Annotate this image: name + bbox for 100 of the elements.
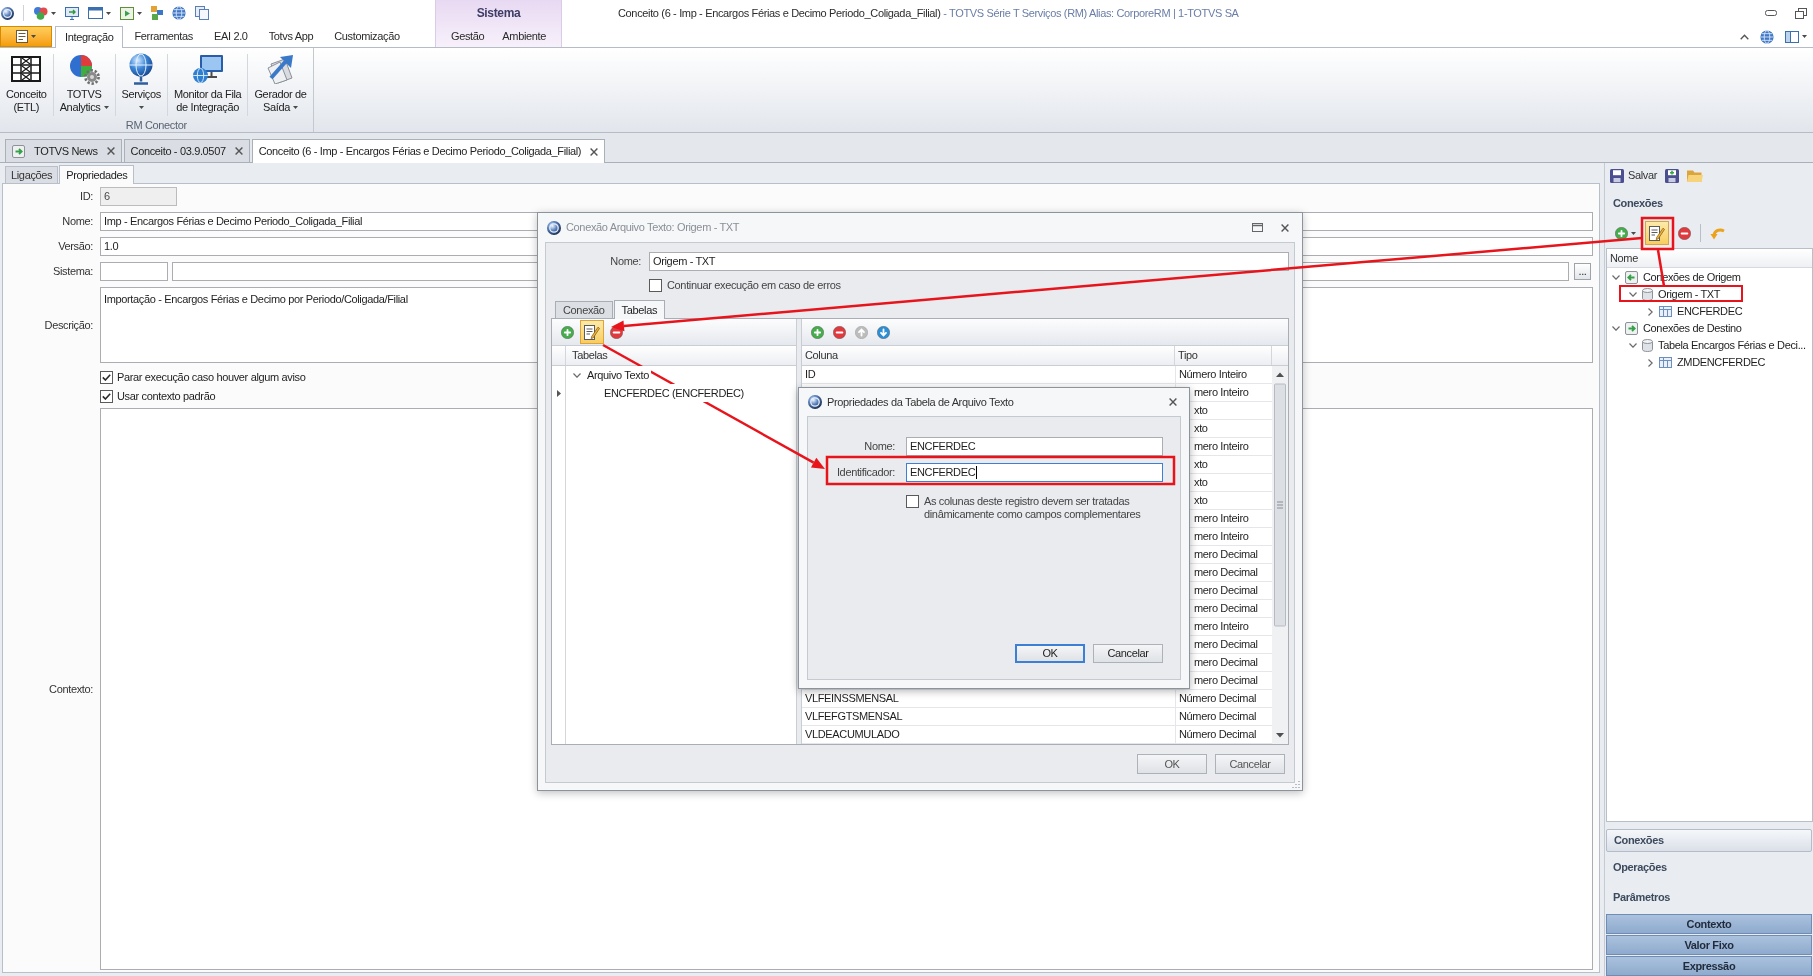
close-icon[interactable] (106, 147, 115, 155)
check-icon (102, 373, 111, 381)
dialog-tab[interactable]: Tabelas (613, 300, 666, 319)
browse-button[interactable]: ... (1574, 263, 1591, 280)
ribbon-button[interactable]: Gerador de Saída (248, 50, 313, 114)
column-header[interactable]: Coluna (802, 346, 1175, 365)
layout-icon[interactable] (1785, 30, 1799, 43)
ribbon-tab[interactable]: Customização (324, 26, 410, 47)
ribbon-tab[interactable]: Integração (55, 26, 124, 48)
navigation-item[interactable]: Conexões (1606, 829, 1812, 852)
close-icon[interactable] (1169, 398, 1177, 406)
ribbon-tab[interactable]: Ambiente (494, 26, 554, 47)
play-icon (120, 6, 134, 20)
dialog-button[interactable]: OK (1015, 644, 1085, 663)
panel-tab[interactable]: Ligações (5, 166, 59, 183)
tree-item[interactable]: ENCFERDEC (1641, 303, 1743, 320)
checkbox[interactable] (100, 370, 113, 384)
sphere-icon (547, 220, 561, 235)
maximize-icon[interactable] (1252, 223, 1263, 232)
tree-item[interactable]: Conexões de Destino (1607, 320, 1742, 337)
document-pencil-icon (584, 324, 600, 340)
checkbox-label: Usar contexto padrão (117, 388, 216, 404)
table-cell-text: xto (1194, 457, 1208, 472)
restore-icon[interactable] (1795, 7, 1807, 19)
minus-circle-icon (833, 325, 846, 339)
minus-circle-icon (1678, 226, 1691, 240)
field-label: Nome: (863, 439, 895, 455)
table-icon (1659, 306, 1672, 317)
table-cell-text: Número Decimal (1179, 709, 1256, 724)
dialog-tab[interactable]: Conexão (555, 301, 613, 318)
check-icon (102, 392, 111, 400)
ribbon-button[interactable]: Monitor da Fila de Integração (167, 50, 248, 114)
globe-stand-icon (127, 53, 156, 85)
caret-icon (51, 11, 56, 15)
text-field[interactable]: ENCFERDEC (906, 437, 1163, 456)
dialog-button[interactable]: OK (1137, 754, 1207, 774)
field-label: Identificador: (835, 465, 895, 481)
tree-item[interactable]: Origem - TXT (1624, 286, 1721, 303)
ribbon-button[interactable]: Serviços (115, 50, 167, 114)
minimize-icon[interactable] (1765, 10, 1777, 16)
globe-icon (1760, 29, 1774, 44)
table-cell-text: mero Inteiro (1194, 385, 1249, 400)
sphere-icon (808, 395, 822, 409)
table-cell-text: ID (804, 367, 817, 382)
side-button[interactable]: Contexto (1606, 914, 1812, 934)
document-icon (16, 30, 28, 43)
plus-circle-icon (811, 325, 824, 339)
folder-icon (1687, 169, 1704, 182)
arrow-box-icon (12, 144, 25, 158)
navigation-item[interactable]: Operações (1605, 852, 1813, 882)
navigation-item[interactable]: Parâmetros (1605, 882, 1813, 912)
edit-button[interactable] (1645, 221, 1669, 245)
table-cell-text: mero Decimal (1194, 655, 1258, 670)
save-button[interactable]: Salvar (1610, 167, 1658, 184)
column-header[interactable]: Tipo (1175, 346, 1272, 365)
close-icon[interactable] (1281, 223, 1289, 232)
table-cell-text: VLDEACUMULADO (804, 727, 901, 742)
ribbon-button[interactable]: Conceito (ETL) (0, 50, 53, 114)
close-icon[interactable] (234, 147, 243, 155)
side-button[interactable]: Expressão (1606, 956, 1812, 976)
document-tab[interactable]: TOTVS News (5, 139, 122, 162)
tab-group-label: Sistema (475, 5, 522, 22)
checkbox[interactable] (906, 495, 919, 508)
document-pencil-icon (1649, 225, 1665, 241)
dialog-button[interactable]: Cancelar (1215, 754, 1285, 774)
database-icon (1642, 288, 1653, 301)
edit-button[interactable] (580, 320, 604, 344)
ribbon-tab[interactable]: Totvs App (258, 26, 324, 47)
code-field[interactable] (100, 262, 168, 281)
ribbon-tab[interactable]: EAI 2.0 (204, 26, 258, 47)
close-icon[interactable] (590, 147, 599, 156)
arrow-down-circle-icon (877, 325, 890, 339)
text-field[interactable]: Origem - TXT (649, 252, 1289, 271)
save-as-button[interactable] (1665, 168, 1680, 183)
tree-item[interactable]: Tabela Encargos Férias e Deci... (1624, 337, 1806, 354)
ribbon-tab[interactable]: Ferramentas (124, 26, 203, 47)
document-tab[interactable]: Conceito - 03.9.0507 (123, 139, 250, 162)
table-cell-text: Número Inteiro (1179, 367, 1247, 382)
document-tab[interactable]: Conceito (6 - Imp - Encargos Férias e Decimo Periodo_Coligada_Filial) (251, 139, 606, 163)
side-button[interactable]: Valor Fixo (1606, 935, 1812, 955)
ribbon-button[interactable]: TOTVS Analytics (53, 50, 115, 114)
tree-item[interactable]: ZMDENCFERDEC (1641, 354, 1766, 371)
table-cell-text: xto (1194, 403, 1208, 418)
arrow-box-icon (1625, 322, 1638, 335)
text-field[interactable]: ENCFERDEC (906, 463, 1163, 482)
table-cell-text: mero Inteiro (1194, 439, 1249, 454)
chevron-up-icon[interactable] (1740, 33, 1749, 40)
checkbox[interactable] (649, 278, 662, 292)
blocks-icon (151, 6, 163, 20)
sphere-icon (1, 6, 14, 20)
checkbox[interactable] (100, 389, 113, 403)
table-cell-text: mero Decimal (1194, 673, 1258, 688)
dialog-button[interactable]: Cancelar (1093, 644, 1163, 663)
scrollbar[interactable] (1272, 366, 1288, 744)
curved-arrow-icon (1710, 226, 1726, 240)
application-menu-button[interactable] (0, 26, 52, 47)
ribbon-tab[interactable]: Gestão (442, 26, 493, 47)
caret-icon (106, 11, 111, 15)
column-header[interactable]: Nome (1607, 249, 1812, 268)
panel-tab[interactable]: Propriedades (59, 165, 135, 184)
